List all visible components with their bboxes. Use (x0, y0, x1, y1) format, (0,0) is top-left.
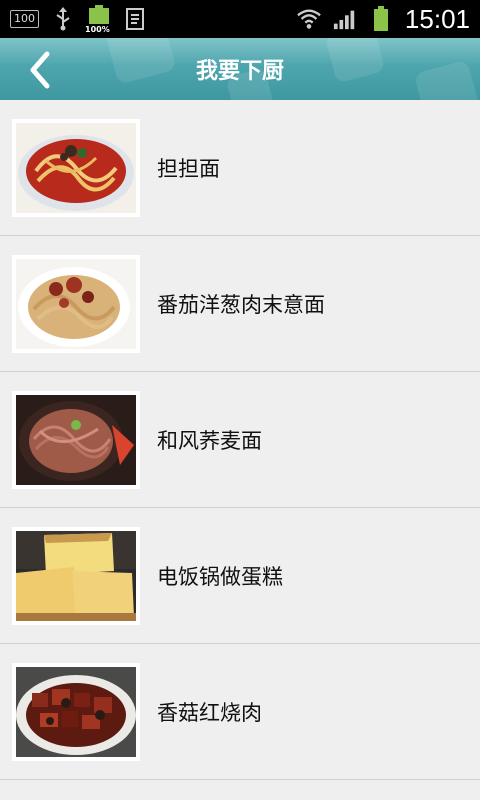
page-title: 我要下厨 (195, 59, 284, 84)
recipe-name: 番茄洋葱肉末意面 (157, 292, 325, 317)
recipe-thumbnail (12, 662, 140, 761)
recipe-name: 担担面 (157, 156, 220, 181)
signal-strength-icon (333, 6, 357, 32)
battery-percent-label: 100% (85, 25, 110, 34)
recipe-thumbnail (12, 390, 140, 489)
battery-icon (369, 6, 393, 32)
status-bar: 100 100% 15:01 (0, 0, 480, 38)
recipe-thumbnail (12, 526, 140, 625)
document-notification-icon (123, 6, 147, 32)
recipe-list: 担担面 番茄洋葱肉末意面 和风荞麦面 电饭锅做蛋糕 香菇红烧肉 (0, 100, 480, 780)
recipe-name: 电饭锅做蛋糕 (157, 564, 283, 589)
recipe-name: 和风荞麦面 (157, 428, 262, 453)
wifi-icon (297, 6, 321, 32)
battery-full-icon: 100% (85, 5, 111, 34)
list-item[interactable]: 电饭锅做蛋糕 (0, 508, 480, 644)
usb-icon (51, 6, 75, 32)
list-item[interactable]: 担担面 (0, 100, 480, 236)
list-item[interactable]: 和风荞麦面 (0, 372, 480, 508)
recipe-thumbnail (12, 118, 140, 217)
app-header: 我要下厨 (0, 38, 480, 100)
battery-level-indicator: 100 (10, 10, 39, 28)
clock: 15:01 (404, 3, 470, 34)
list-item[interactable]: 番茄洋葱肉末意面 (0, 236, 480, 372)
recipe-thumbnail (12, 254, 140, 353)
list-item[interactable]: 香菇红烧肉 (0, 644, 480, 780)
recipe-name: 香菇红烧肉 (157, 700, 262, 725)
